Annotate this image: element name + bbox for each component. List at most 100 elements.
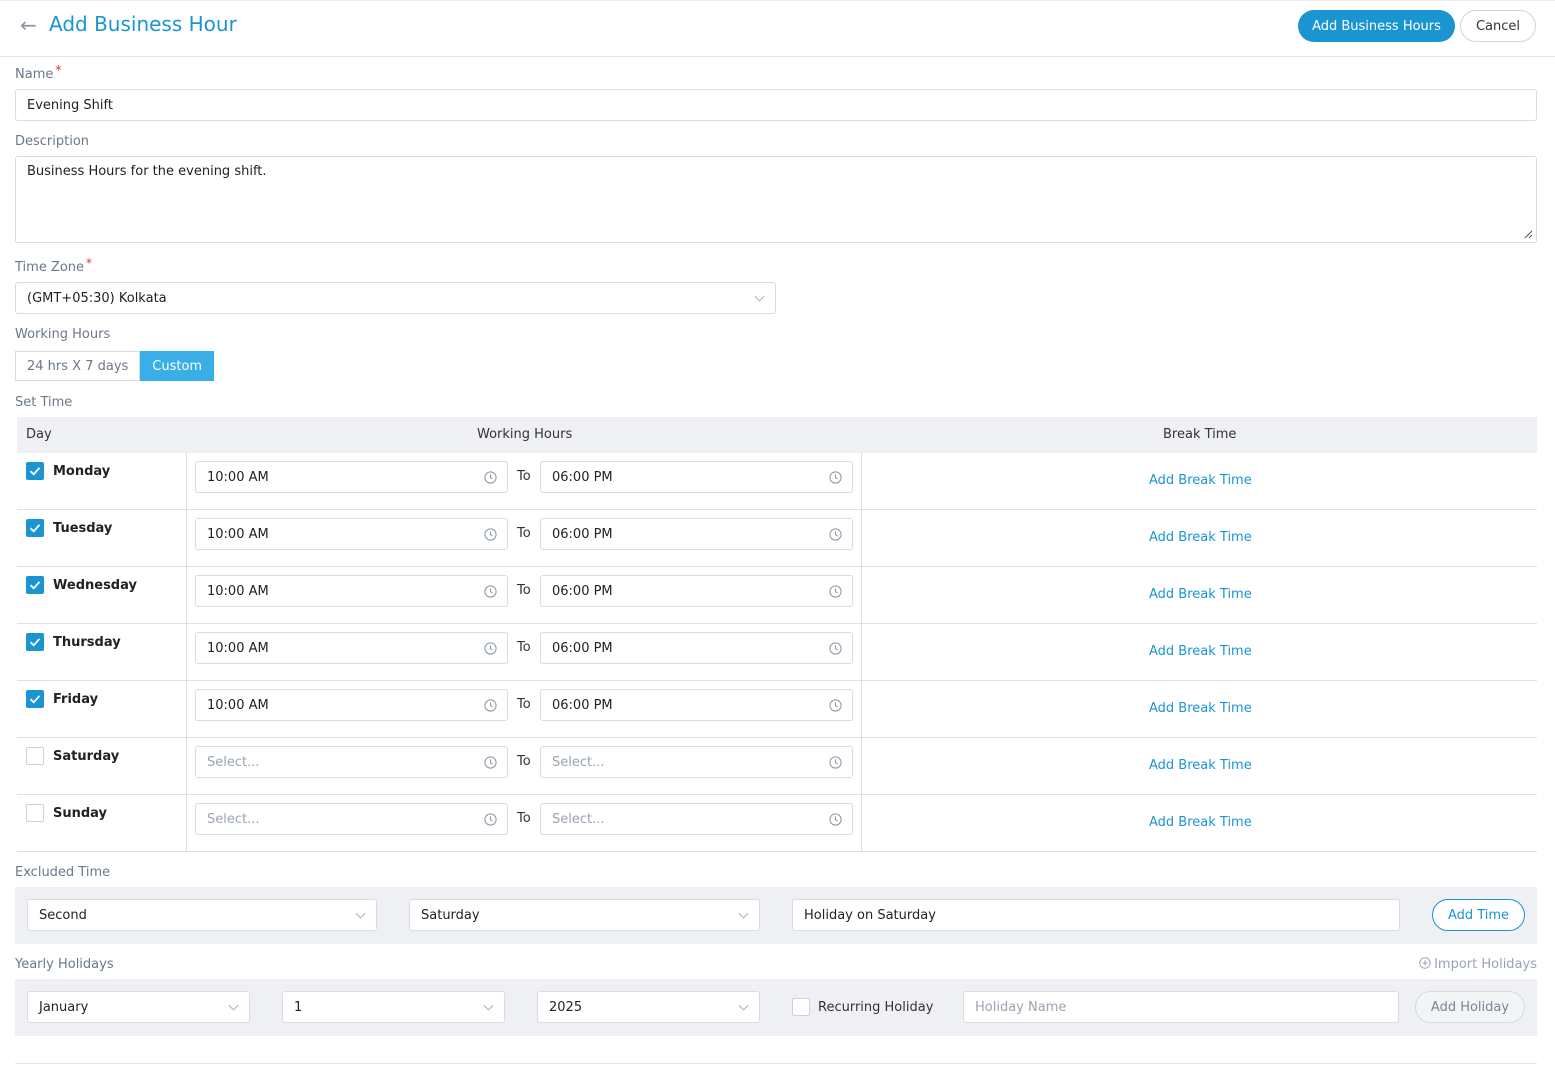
working-hours-cell: 10:00 AM To 06:00 PM [187,453,862,510]
add-time-button[interactable]: Add Time [1432,899,1525,931]
chevron-down-icon [738,1000,749,1011]
end-time-input[interactable]: Select... [540,746,853,778]
start-time-value: 10:00 AM [207,583,269,599]
day-checkbox[interactable] [26,633,44,651]
end-time-input[interactable]: 06:00 PM [540,632,853,664]
start-time-input[interactable]: 10:00 AM [195,632,508,664]
back-arrow-icon[interactable]: ← [20,13,37,37]
clock-icon [829,699,842,716]
to-label: To [517,754,531,769]
holiday-name-input[interactable]: Holiday Name [963,991,1399,1023]
working-hours-cell: Select... To Select... [187,738,862,795]
week-select[interactable]: Second [27,899,377,931]
excluded-time-label: Excluded Time [15,865,111,880]
day-checkbox[interactable] [26,576,44,594]
clock-icon [829,642,842,659]
table-row: Monday 10:00 AM To 06:00 PM Add Break Ti… [17,453,1537,510]
clock-icon [484,642,497,659]
end-time-input[interactable]: Select... [540,803,853,835]
day-name: Friday [53,692,99,707]
excluded-time-panel: Second Saturday Holiday on Saturday Add … [15,887,1537,944]
day-cell: Sunday [17,795,187,852]
weekday-value: Saturday [421,907,480,923]
to-label: To [517,583,531,598]
name-input[interactable]: Evening Shift [15,89,1537,121]
add-break-time-link[interactable]: Add Break Time [1149,644,1252,659]
start-time-input[interactable]: 10:00 AM [195,575,508,607]
name-label: Name * [15,63,62,82]
add-break-time-link[interactable]: Add Break Time [1149,815,1252,830]
working-hours-cell: 10:00 AM To 06:00 PM [187,681,862,738]
option-24x7[interactable]: 24 hrs X 7 days [15,351,141,381]
plus-circle-icon [1419,957,1431,969]
timezone-select[interactable]: (GMT+05:30) Kolkata [15,282,776,314]
day-name: Thursday [53,635,121,650]
start-time-input[interactable]: Select... [195,746,508,778]
year-select[interactable]: 2025 [537,991,760,1023]
day-checkbox[interactable] [26,804,44,822]
day-checkbox[interactable] [26,747,44,765]
add-break-time-link[interactable]: Add Break Time [1149,701,1252,716]
add-break-time-link[interactable]: Add Break Time [1149,530,1252,545]
day-cell: Monday [17,453,187,510]
start-time-input[interactable]: 10:00 AM [195,461,508,493]
day-cell: Thursday [17,624,187,681]
to-label: To [517,469,531,484]
working-hours-cell: 10:00 AM To 06:00 PM [187,510,862,567]
end-time-input[interactable]: 06:00 PM [540,461,853,493]
cancel-button[interactable]: Cancel [1460,10,1536,42]
end-time-input[interactable]: 06:00 PM [540,575,853,607]
excluded-name-input[interactable]: Holiday on Saturday [792,899,1400,931]
clock-icon [829,756,842,773]
end-time-value: Select... [552,754,605,770]
column-break-time: Break Time [1163,427,1237,442]
option-custom[interactable]: Custom [140,351,215,381]
day-checkbox[interactable] [26,462,44,480]
column-working-hours: Working Hours [477,427,573,442]
table-row: Wednesday 10:00 AM To 06:00 PM Add Break… [17,567,1537,624]
add-business-hours-button[interactable]: Add Business Hours [1298,10,1455,42]
clock-icon [484,585,497,602]
bottom-divider [15,1063,1537,1064]
import-holidays-label: Import Holidays [1434,957,1537,972]
month-value: January [39,999,89,1015]
day-cell: Friday [17,681,187,738]
timezone-label: Time Zone * [15,256,93,275]
start-time-value: 10:00 AM [207,697,269,713]
week-value: Second [39,907,87,923]
table-row: Saturday Select... To Select... Add Brea… [17,738,1537,795]
end-time-input[interactable]: 06:00 PM [540,689,853,721]
weekday-select[interactable]: Saturday [409,899,760,931]
day-cell: Tuesday [17,510,187,567]
recurring-holiday-checkbox[interactable] [792,998,810,1016]
month-select[interactable]: January [27,991,250,1023]
chevron-down-icon [228,1000,239,1011]
start-time-input[interactable]: 10:00 AM [195,689,508,721]
end-time-input[interactable]: 06:00 PM [540,518,853,550]
description-textarea[interactable]: Business Hours for the evening shift. [15,156,1537,243]
resize-handle-icon[interactable] [1524,230,1533,239]
add-break-time-link[interactable]: Add Break Time [1149,758,1252,773]
excluded-name-value: Holiday on Saturday [804,907,936,923]
start-time-input[interactable]: 10:00 AM [195,518,508,550]
day-checkbox[interactable] [26,519,44,537]
day-checkbox[interactable] [26,690,44,708]
table-row: Sunday Select... To Select... Add Break … [17,795,1537,852]
start-time-input[interactable]: Select... [195,803,508,835]
required-mark: * [55,63,62,77]
day-name: Wednesday [53,578,137,593]
to-label: To [517,526,531,541]
chevron-down-icon [754,291,765,302]
add-break-time-link[interactable]: Add Break Time [1149,587,1252,602]
page-title: Add Business Hour [49,12,237,36]
add-break-time-link[interactable]: Add Break Time [1149,473,1252,488]
table-row: Thursday 10:00 AM To 06:00 PM Add Break … [17,624,1537,681]
clock-icon [484,528,497,545]
start-time-value: Select... [207,754,260,770]
day-select[interactable]: 1 [282,991,505,1023]
to-label: To [517,811,531,826]
import-holidays-link[interactable]: Import Holidays [1419,957,1537,972]
add-holiday-button[interactable]: Add Holiday [1415,991,1525,1023]
description-value: Business Hours for the evening shift. [27,164,267,179]
yearly-holidays-panel: January 1 2025 Recurring Holiday Holiday… [15,979,1537,1036]
